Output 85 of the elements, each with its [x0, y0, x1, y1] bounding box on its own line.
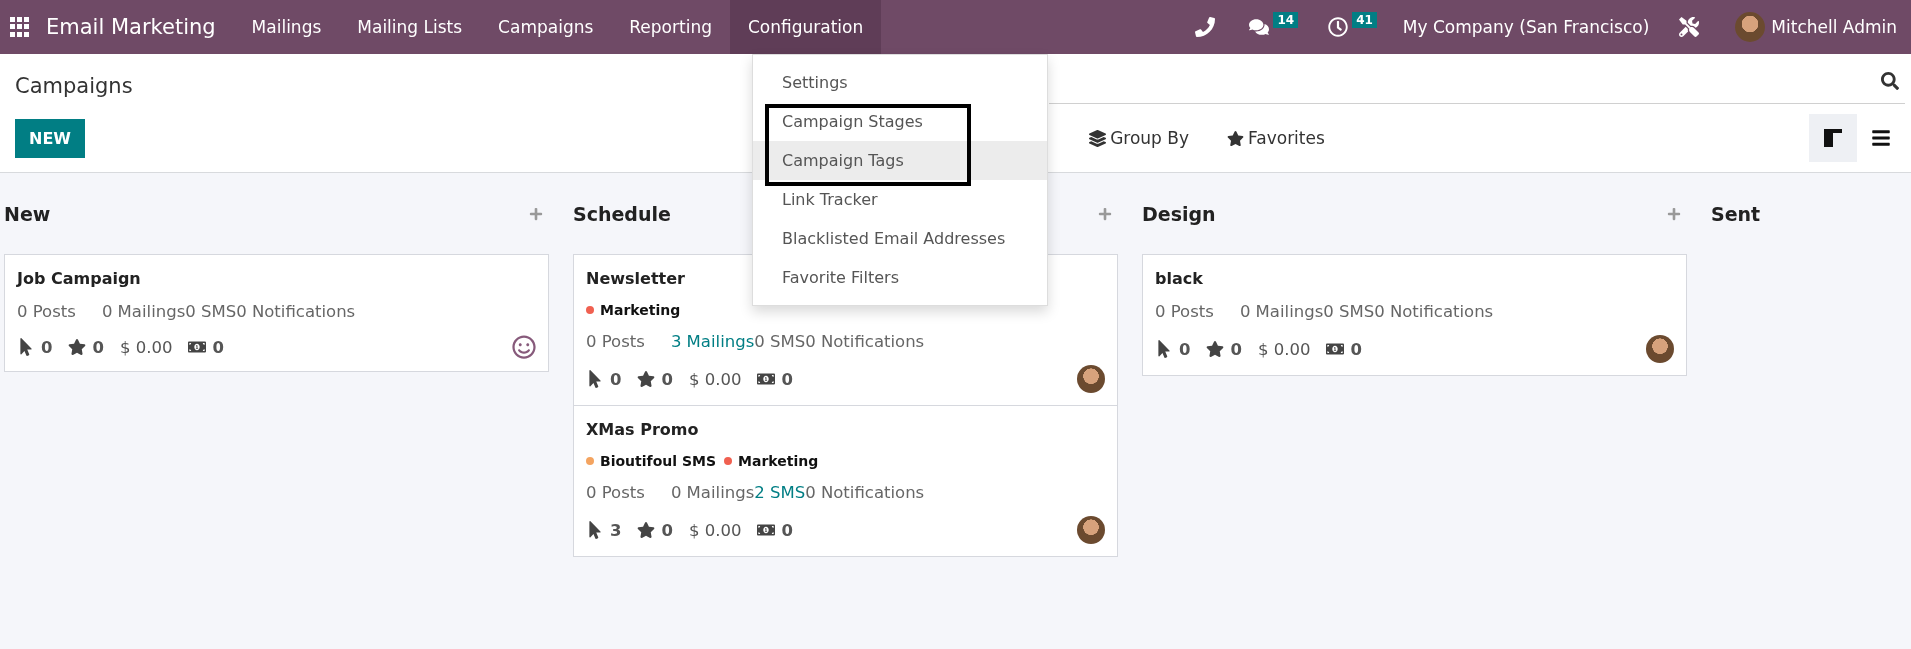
tag-label: Marketing: [600, 302, 681, 318]
money-count: 0: [781, 520, 793, 540]
star-icon: [1227, 129, 1245, 147]
stat-link[interactable]: 3 Mailings: [670, 332, 755, 351]
stat-count: 0 Mailings: [1239, 302, 1324, 321]
revenue-amount: $ 0.00: [1257, 339, 1311, 359]
column-title: Sent: [1711, 203, 1761, 225]
menu-item[interactable]: Mailing Lists: [339, 0, 481, 54]
card-title: XMas Promo: [586, 420, 699, 439]
add-icon[interactable]: [527, 205, 545, 223]
count-badge: 14: [1273, 12, 1299, 28]
clicks-count: 0: [610, 369, 622, 389]
list-icon: [1871, 128, 1891, 148]
dropdown-item[interactable]: Link Tracker: [753, 180, 1047, 219]
company-switcher[interactable]: My Company (San Francisco): [1402, 17, 1650, 37]
posts-count: 0 Posts: [586, 332, 645, 351]
stars-count: 0: [1230, 339, 1242, 359]
menu-item[interactable]: Configuration: [729, 0, 882, 54]
card-title: Job Campaign: [17, 269, 141, 288]
count-badge: 41: [1352, 12, 1377, 28]
menu-item[interactable]: Mailings: [233, 0, 340, 54]
user-menu[interactable]: Mitchell Admin: [1729, 11, 1903, 43]
kanban-icon: [1824, 129, 1842, 147]
star-icon: [68, 338, 87, 356]
app-name[interactable]: Email Marketing: [46, 15, 216, 39]
page-title: Campaigns: [15, 74, 133, 98]
column-title: New: [4, 203, 51, 225]
dropdown-item[interactable]: Blacklisted Email Addresses: [753, 219, 1047, 258]
avatar-placeholder[interactable]: [1077, 365, 1105, 393]
group-by-button[interactable]: Group By: [1083, 127, 1196, 149]
stat-count: 0 Notifications: [805, 483, 925, 502]
posts-count: 0 Posts: [586, 483, 645, 502]
favorites-button[interactable]: Favorites: [1221, 127, 1331, 149]
avatar-placeholder: [1735, 12, 1766, 42]
dropdown-item[interactable]: Settings: [753, 63, 1047, 102]
stat-count: 0 Notifications: [805, 332, 925, 351]
smiley-icon[interactable]: [512, 335, 536, 359]
column-title: Design: [1142, 203, 1216, 225]
clicks-count: 0: [1179, 339, 1191, 359]
star-icon: [637, 521, 656, 539]
kanban-view-button[interactable]: [1809, 114, 1857, 162]
money-count: 0: [1350, 339, 1362, 359]
layers-icon: [1089, 129, 1107, 147]
star-icon: [1206, 340, 1225, 358]
clicks-count: 0: [41, 337, 53, 357]
stat-count: 0 Notifications: [1374, 302, 1494, 321]
card-title: Newsletter: [586, 269, 685, 288]
stat-count: 0 Mailings: [101, 302, 186, 321]
avatar-placeholder[interactable]: [1077, 516, 1105, 544]
clicks-count: 3: [610, 520, 622, 540]
money-count: 0: [781, 369, 793, 389]
dropdown-item[interactable]: Campaign Stages: [753, 102, 1047, 141]
campaign-card[interactable]: Job Campaign 0 Posts 0 Mailings0 SMS0 Notifications 0 0 $ 0.00 0: [4, 254, 549, 372]
revenue-amount: $ 0.00: [688, 369, 742, 389]
tag-label: Bioutifoul SMS: [600, 453, 716, 469]
stars-count: 0: [661, 369, 673, 389]
dropdown-item[interactable]: Favorite Filters: [753, 258, 1047, 297]
stat-link[interactable]: 2 SMS: [754, 483, 806, 502]
apps-menu-icon[interactable]: [10, 17, 30, 37]
stars-count: 0: [661, 520, 673, 540]
campaign-card[interactable]: black 0 Posts 0 Mailings0 SMS0 Notifications 0 0 $ 0.00 0: [1142, 254, 1687, 376]
star-icon: [637, 370, 656, 388]
dropdown-item[interactable]: Campaign Tags: [753, 141, 1047, 180]
new-button[interactable]: NEW: [15, 118, 85, 158]
search-icon: [1881, 72, 1899, 90]
add-icon[interactable]: [1096, 205, 1114, 223]
stat-count: 0 Notifications: [236, 302, 356, 321]
card-title: black: [1155, 269, 1203, 288]
stat-count: 0 Mailings: [670, 483, 755, 502]
menu-item[interactable]: Reporting: [611, 0, 730, 54]
revenue-amount: $ 0.00: [119, 337, 173, 357]
stat-count: 0 SMS: [185, 302, 237, 321]
stat-count: 0 SMS: [754, 332, 806, 351]
column-title: Schedule: [573, 203, 671, 225]
tag-label: Marketing: [738, 453, 819, 469]
campaign-card[interactable]: XMas Promo Bioutifoul SMS Marketing 0 Posts 0 Mailings2 SMS0 Notifications 3 0 $ 0.00 0: [573, 405, 1118, 557]
revenue-amount: $ 0.00: [688, 520, 742, 540]
posts-count: 0 Posts: [1155, 302, 1214, 321]
stars-count: 0: [92, 337, 104, 357]
avatar-placeholder[interactable]: [1646, 335, 1674, 363]
menu-item[interactable]: Campaigns: [480, 0, 612, 54]
posts-count: 0 Posts: [17, 302, 76, 321]
stat-count: 0 SMS: [1323, 302, 1375, 321]
add-icon[interactable]: [1665, 205, 1683, 223]
money-count: 0: [212, 337, 224, 357]
